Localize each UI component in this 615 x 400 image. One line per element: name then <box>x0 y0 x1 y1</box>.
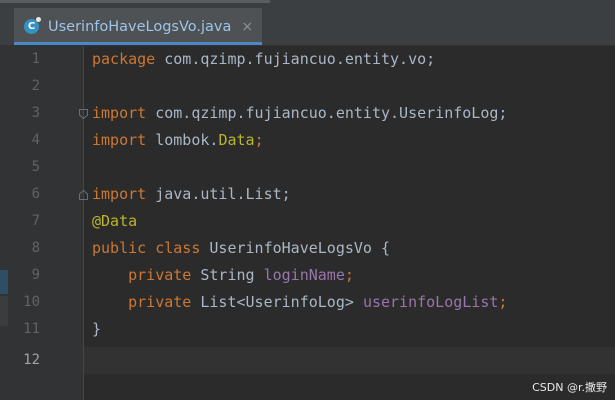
field-token: loginName <box>263 266 345 284</box>
keyword-token: private <box>128 293 192 311</box>
active-tab-underline <box>14 42 262 45</box>
current-line-highlight <box>84 347 615 374</box>
annotation-class-token: Data <box>218 131 255 149</box>
line-number-current: 12 <box>23 352 40 368</box>
import-path-token: lombok. <box>146 131 219 149</box>
top-strip <box>0 0 615 8</box>
java-class-icon: C <box>24 17 41 34</box>
line-number: 10 <box>23 294 40 310</box>
code-line-6: import java.util.List; <box>92 181 291 208</box>
editor-tab-bar: C UserinfoHaveLogsVo.java × <box>0 8 615 46</box>
keyword-token: private <box>128 266 192 284</box>
file-tab-title: UserinfoHaveLogsVo.java <box>48 18 232 35</box>
code-line-10: private List<UserinfoLog> userinfoLogLis… <box>92 289 507 316</box>
code-line-9: private String loginName; <box>92 262 354 289</box>
keyword-token: import <box>92 104 147 122</box>
line-number: 6 <box>31 186 40 202</box>
code-line-11: } <box>92 316 101 343</box>
top-strip-sliver <box>0 0 270 3</box>
type-token: String <box>191 266 264 284</box>
fold-marker-icon[interactable] <box>79 109 88 119</box>
semicolon-token: ; <box>498 293 508 311</box>
semicolon-token: ; <box>254 131 264 149</box>
fold-marker-icon[interactable] <box>79 190 88 200</box>
line-number: 5 <box>31 159 40 175</box>
class-declaration-token: UserinfoHaveLogsVo { <box>200 239 391 257</box>
code-line-1: package com.qzimp.fujiancuo.entity.vo; <box>92 46 435 73</box>
class-icon-badge <box>36 17 41 22</box>
watermark: CSDN @r.撒野 <box>532 381 607 394</box>
line-number: 7 <box>31 213 40 229</box>
code-line-4: import lombok.Data; <box>92 127 264 154</box>
code-line-8: public class UserinfoHaveLogsVo { <box>92 235 390 262</box>
line-number: 3 <box>31 105 40 121</box>
file-tab[interactable]: C UserinfoHaveLogsVo.java × <box>14 8 262 45</box>
closing-brace-token: } <box>92 320 102 338</box>
line-number: 8 <box>31 240 40 256</box>
package-name-token: com.qzimp.fujiancuo.entity.vo; <box>155 50 436 68</box>
line-number: 11 <box>23 321 40 337</box>
semicolon-token: ; <box>344 266 354 284</box>
line-number: 2 <box>31 78 40 94</box>
annotation-token: @Data <box>92 212 138 230</box>
line-number: 1 <box>31 51 40 67</box>
keyword-token: package <box>92 50 156 68</box>
line-number: 9 <box>31 267 40 283</box>
import-path-token: com.qzimp.fujiancuo.entity.UserinfoLog; <box>146 104 508 122</box>
keyword-token: import <box>92 131 147 149</box>
code-line-3: import com.qzimp.fujiancuo.entity.Userin… <box>92 100 507 127</box>
keyword-token: import <box>92 185 147 203</box>
close-tab-icon[interactable]: × <box>241 19 253 35</box>
java-class-icon-letter: C <box>27 21 36 32</box>
field-token: userinfoLogList <box>362 293 499 311</box>
code-line-7: @Data <box>92 208 137 235</box>
keyword-token: public class <box>92 239 201 257</box>
line-number: 4 <box>31 132 40 148</box>
type-token: List<UserinfoLog> <box>191 293 363 311</box>
import-path-token: java.util.List; <box>146 185 291 203</box>
